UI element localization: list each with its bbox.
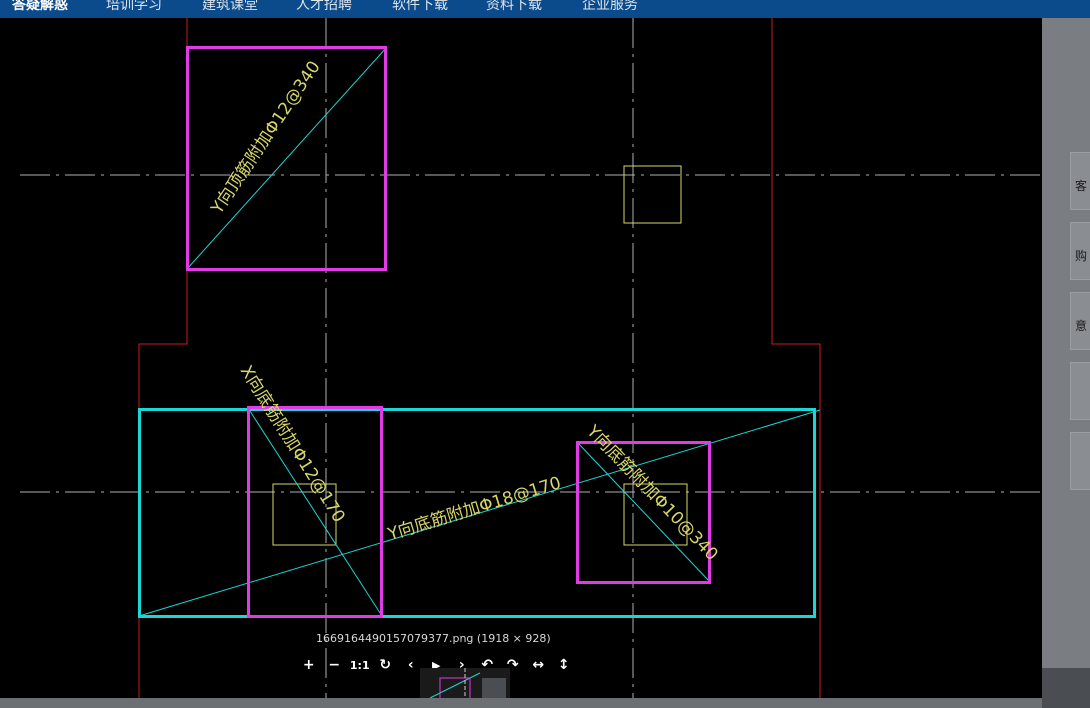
outline-left <box>138 18 188 698</box>
side-button-4[interactable] <box>1070 362 1090 420</box>
side-panel: 客 购 意 <box>1042 18 1090 668</box>
nav-item-training[interactable]: 培训学习 <box>106 0 162 14</box>
nav-item-enterprise-service[interactable]: 企业服务 <box>582 0 638 14</box>
bottom-strip <box>0 698 1042 708</box>
cad-drawing: Y向顶筋附加Φ12@340 X向底筋附加Φ12@170 Y向底筋附加Φ18@17… <box>20 18 1042 698</box>
nav-item-recruitment[interactable]: 人才招聘 <box>296 0 352 14</box>
label-mid-left: X向底筋附加Φ12@170 <box>236 362 349 526</box>
bottom-right-panel <box>1042 668 1090 708</box>
side-button-purchase[interactable]: 购 <box>1070 222 1090 280</box>
foundation-outline <box>138 18 821 698</box>
nav-item-building-class[interactable]: 建筑课堂 <box>202 0 258 14</box>
top-navigation: 答疑解惑 培训学习 建筑课堂 人才招聘 软件下载 资料下载 企业服务 <box>0 0 1090 18</box>
cyan-diagonal-top-left <box>186 47 387 270</box>
label-top-left: Y向顶筋附加Φ12@340 <box>207 58 325 219</box>
zoom-out-button[interactable]: − <box>322 654 348 676</box>
flip-horizontal-icon[interactable]: ↔ <box>526 654 552 676</box>
nav-item-qa[interactable]: 答疑解惑 <box>12 0 68 14</box>
image-viewer[interactable]: Y向顶筋附加Φ12@340 X向底筋附加Φ12@170 Y向底筋附加Φ18@17… <box>0 18 1042 698</box>
label-center: Y向底筋附加Φ18@170 <box>385 473 564 545</box>
rebar-zone-cyan <box>138 47 821 618</box>
side-button-feedback[interactable]: 意 <box>1070 292 1090 350</box>
file-caption: 1669164490157079377.png (1918 × 928) <box>316 632 551 645</box>
axis-lines <box>20 18 1042 698</box>
flip-vertical-icon[interactable]: ↕ <box>551 654 577 676</box>
actual-size-button[interactable]: 1:1 <box>347 654 373 676</box>
reset-icon[interactable]: ↻ <box>373 654 399 676</box>
cyan-diagonal-mid-left <box>247 407 383 617</box>
zoom-in-button[interactable]: + <box>296 654 322 676</box>
nav-item-software-download[interactable]: 软件下载 <box>392 0 448 14</box>
column-squares <box>272 165 688 546</box>
side-button-5[interactable] <box>1070 432 1090 490</box>
outline-right <box>771 18 821 698</box>
nav-item-materials-download[interactable]: 资料下载 <box>486 0 542 14</box>
side-button-service[interactable]: 客 <box>1070 152 1090 210</box>
